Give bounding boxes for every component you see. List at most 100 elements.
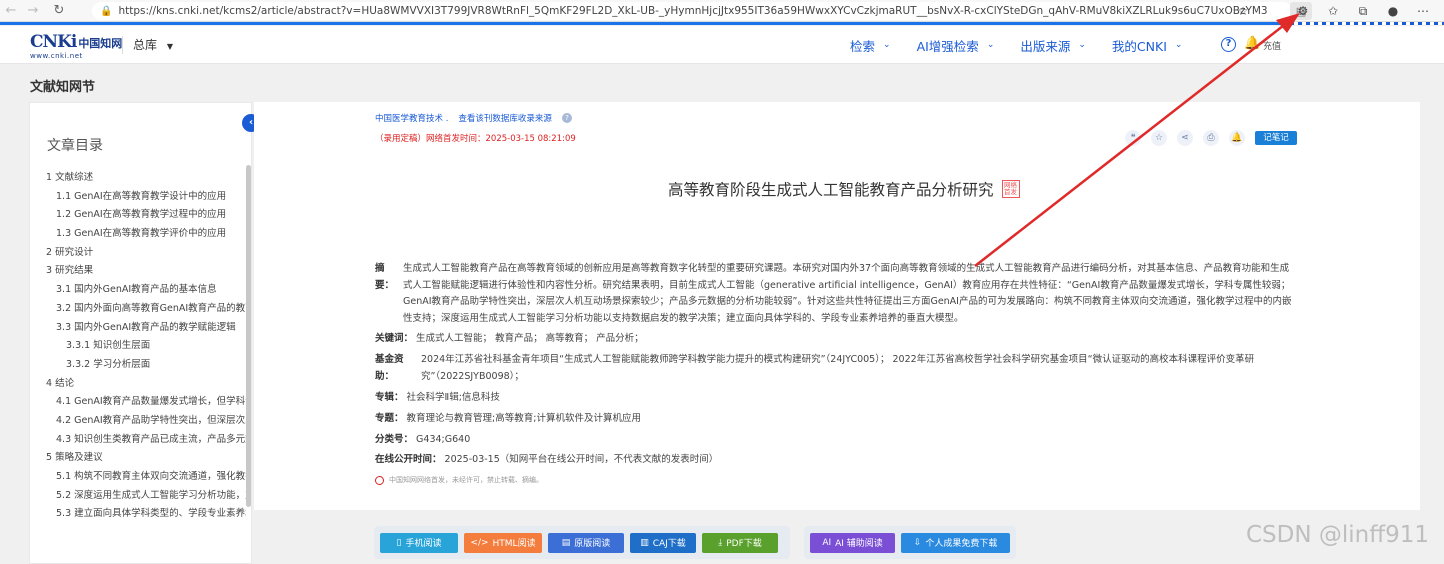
page-title: 文献知网节 (30, 80, 96, 95)
help-icon[interactable]: ? (1221, 37, 1236, 52)
charge-link[interactable]: 充值 (1263, 39, 1281, 52)
online-first-time: （录用定稿）网络首发时间：2025-03-15 08:21:09 (375, 134, 576, 144)
site-info-icon[interactable]: 🔒 (100, 6, 112, 17)
pdf-button[interactable]: ⤓ PDF下载 (702, 532, 778, 553)
toc-item[interactable]: 4.1 GenAI教育产品数量爆发式增长，但学科专... (46, 393, 246, 412)
html-button[interactable]: </> HTML阅读 (464, 532, 542, 553)
caj-button[interactable]: ▥ CAJ下载 (630, 532, 696, 553)
subject-row: 专题： 教育理论与教育管理;高等教育;计算机软件及计算机应用 (375, 411, 641, 428)
toc-item[interactable]: 3 研究结果 (46, 262, 246, 281)
funds-row: 基金资助： 2024年江苏省社科基金青年项目“生成式人工智能赋能教师跨学科教学能… (375, 352, 1300, 385)
download-button-label: CAJ下载 (652, 539, 686, 549)
download-button-label: AI 辅助阅读 (835, 539, 883, 549)
journal-name[interactable]: 中国医学教育技术 . (375, 112, 448, 124)
quote-icon[interactable]: ❝ (1125, 130, 1141, 146)
nav-search[interactable]: 检索 ⌄ (850, 36, 891, 55)
chevron-down-icon: ⌄ (986, 40, 995, 50)
dashed-line (1290, 22, 1444, 25)
print-icon[interactable]: ⎙ (1203, 130, 1219, 146)
pubtime-value: 2025-03-15（知网平台在线公开时间，不代表文献的发表时间） (444, 454, 719, 465)
nav-ai-search-label: AI增强检索 (916, 38, 979, 54)
toc-item[interactable]: 4 结论 (46, 375, 246, 394)
more-menu-icon[interactable]: ⋯ (1410, 4, 1436, 18)
toc-item[interactable]: 3.2 国内外面向高等教育GenAI教育产品的教育功能... (46, 300, 246, 319)
html-icon: </> (470, 537, 489, 548)
phone-button[interactable]: ▯ 手机阅读 (380, 532, 458, 553)
share-icon[interactable]: ⋖ (1177, 130, 1193, 146)
toc-item[interactable]: 5.1 构筑不同教育主体双向交流通道，强化教学... (46, 468, 246, 487)
copyright-notice: 中国知网网络首发，未经许可，禁止转载、摘编。 (375, 475, 543, 485)
star-icon[interactable]: ☆ (1230, 4, 1256, 18)
back-arrow-icon[interactable]: ← (0, 0, 22, 22)
toc-list: 1 文献综述 1.1 GenAI在高等教育教学设计中的应用 1.2 GenAI在高等… (46, 169, 246, 524)
article-tools: ❝ ☆ ⋖ ⎙ 🔔 记笔记 (1125, 130, 1297, 146)
funds-value[interactable]: 2024年江苏省社科基金青年项目“生成式人工智能赋能教师跨学科教学能力提升的模式… (421, 352, 1300, 385)
book-button[interactable]: ▤ 原版阅读 (548, 532, 624, 553)
toc-item[interactable]: 1.1 GenAI在高等教育教学设计中的应用 (46, 188, 246, 207)
forward-arrow-icon[interactable]: → (22, 0, 44, 22)
toc-item[interactable]: 3.3 国内外GenAI教育产品的教学赋能逻辑 (46, 319, 246, 338)
take-note-button[interactable]: 记笔记 (1255, 131, 1297, 145)
url-text[interactable]: https://kns.cnki.net/kcms2/article/abstr… (118, 5, 1268, 17)
page-load-progress (0, 22, 1290, 25)
browser-toolbar: ← → ↻ 🔒 https://kns.cnki.net/kcms2/artic… (0, 0, 1444, 22)
cnki-logo[interactable]: CNKi 中国知网 www.cnki.net (30, 34, 123, 61)
database-select[interactable]: 总库 ▼ (122, 36, 173, 54)
nav-search-label: 检索 (850, 38, 876, 54)
extensions-icon[interactable]: ⚙ (1290, 4, 1316, 18)
profile-avatar[interactable]: ● (1380, 4, 1406, 18)
download-button[interactable]: ⇩ 个人成果免费下载 (901, 532, 1010, 553)
nav-publication-source[interactable]: 出版来源 ⌄ (1020, 36, 1086, 55)
database-select-label: 总库 (133, 38, 158, 52)
ai-button[interactable]: AI AI 辅助阅读 (810, 532, 896, 553)
toc-item[interactable]: 4.2 GenAI教育产品助学特性突出，但深层次人... (46, 412, 246, 431)
nav-my-cnki-label: 我的CNKI (1111, 38, 1167, 54)
topic-value: 社会科学Ⅱ辑;信息科技 (406, 392, 500, 403)
favorites-icon[interactable]: ✩ (1320, 4, 1346, 18)
download-icon: ⇩ (913, 537, 922, 548)
toc-item[interactable]: 5.2 深度运用生成式人工智能学习分析功能，支... (46, 487, 246, 506)
toc-scrollbar[interactable] (246, 165, 251, 507)
favorite-icon[interactable]: ☆ (1151, 130, 1167, 146)
reload-icon[interactable]: ↻ (48, 0, 70, 22)
toc-item[interactable]: 1.3 GenAI在高等教育教学评价中的应用 (46, 225, 246, 244)
download-button-label: HTML阅读 (492, 539, 536, 549)
download-button-label: 手机阅读 (405, 539, 442, 549)
nav-my-cnki[interactable]: 我的CNKI ⌄ (1112, 36, 1183, 55)
toc-item[interactable]: 3.3.1 知识创生层面 (46, 337, 246, 356)
classno-row: 分类号： G434;G640 (375, 432, 470, 449)
journal-index-link[interactable]: 查看该刊数据库收录来源 (458, 112, 552, 124)
info-icon[interactable]: ? (561, 113, 572, 123)
toc-item[interactable]: 5 策略及建议 (46, 449, 246, 468)
toc-item[interactable]: 1.2 GenAI在高等教育教学过程中的应用 (46, 206, 246, 225)
toc-item[interactable]: 5.3 建立面向具体学科类型的、学段专业素养培... (46, 505, 246, 524)
chevron-down-icon: ⌄ (1078, 40, 1086, 50)
journal-line: 中国医学教育技术 . 查看该刊数据库收录来源 ? (375, 112, 572, 124)
logo-cn-text: 中国知网 (78, 37, 123, 50)
collections-icon[interactable]: ⧉ (1350, 4, 1376, 19)
download-button-label: 原版阅读 (574, 539, 611, 549)
toc-item[interactable]: 2 研究设计 (46, 244, 246, 263)
toc-item[interactable]: 1 文献综述 (46, 169, 246, 188)
topic-label: 专辑： (375, 392, 404, 403)
toc-item[interactable]: 3.1 国内外GenAI教育产品的基本信息 (46, 281, 246, 300)
read-download-group: ▯ 手机阅读 </> HTML阅读 ▤ 原版阅读 ▥ CAJ下载 ⤓ PDF下载 (374, 526, 790, 559)
site-header: CNKi 中国知网 www.cnki.net 总库 ▼ 检索 ⌄ AI增强检索 ⌄ 出… (0, 26, 1444, 64)
pubtime-row: 在线公开时间： 2025-03-15（知网平台在线公开时间，不代表文献的发表时间… (375, 452, 718, 469)
caret-down-icon: ▼ (166, 42, 173, 51)
pubtime-label: 在线公开时间： (375, 454, 442, 465)
bell-icon[interactable]: 🔔 (1244, 36, 1260, 51)
toc-item[interactable]: 4.3 知识创生类教育产品已成主流，产品多元数... (46, 431, 246, 450)
caj-icon: ▥ (640, 537, 649, 548)
keywords-value[interactable]: 生成式人工智能； 教育产品； 高等教育； 产品分析； (416, 333, 644, 344)
classno-label: 分类号： (375, 434, 414, 445)
copyright-icon (375, 475, 384, 485)
toc-item[interactable]: 3.3.2 学习分析层面 (46, 356, 246, 375)
nav-ai-search[interactable]: AI增强检索 ⌄ (917, 36, 995, 55)
address-bar[interactable]: 🔒 https://kns.cnki.net/kcms2/article/abs… (92, 2, 1292, 20)
classno-value: G434;G640 (416, 434, 471, 445)
chevron-down-icon: ⌄ (883, 40, 891, 50)
pdf-icon: ⤓ (718, 537, 723, 548)
phone-icon: ▯ (396, 537, 402, 548)
notify-icon[interactable]: 🔔 (1229, 130, 1245, 146)
